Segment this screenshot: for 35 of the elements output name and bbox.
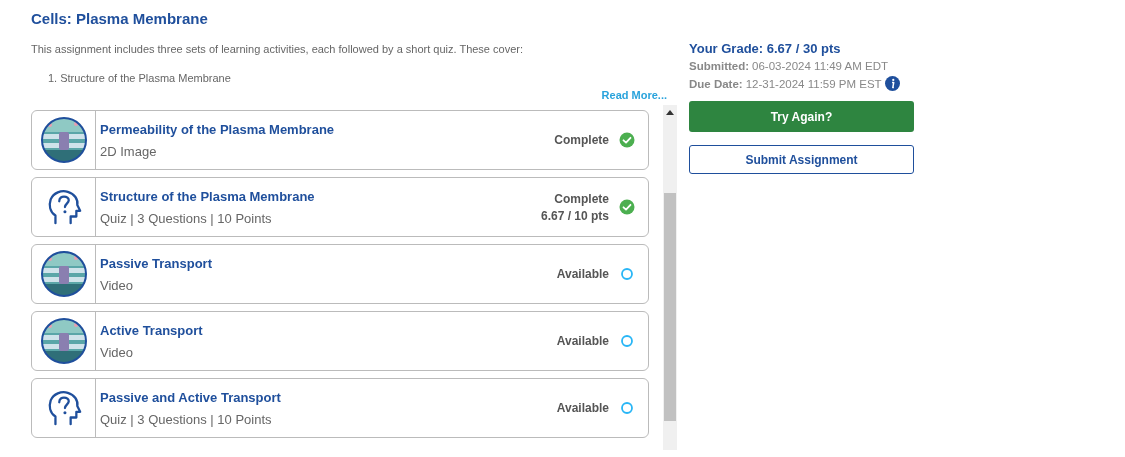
due-date-label: Due Date: xyxy=(689,77,743,90)
activity-title: Active Transport xyxy=(100,322,204,338)
scrollbar[interactable] xyxy=(663,105,677,450)
assignment-title: Cells: Plasma Membrane xyxy=(31,10,209,27)
topic-item: 1. Structure of the Plasma Membrane xyxy=(48,71,232,85)
status-label: Complete xyxy=(554,133,609,147)
activity-card[interactable]: Passive Transport Video Available xyxy=(31,244,649,304)
score-text: 6.67 / 10 pts xyxy=(540,208,609,223)
assignment-description: This assignment includes three sets of learning activities, each followed by a short quiz. These cover: xyxy=(31,43,524,55)
activity-title: Permeability of the Plasma Membrane xyxy=(100,121,336,137)
activity-title: Passive and Active Transport xyxy=(100,389,282,405)
status-label: Available xyxy=(556,334,609,348)
activity-card[interactable]: Permeability of the Plasma Membrane 2D Image Complete xyxy=(31,110,649,170)
scrollbar-thumb[interactable] xyxy=(664,193,676,421)
grade-heading: Your Grade: 6.67 / 30 pts xyxy=(689,41,842,56)
activity-details: Video xyxy=(100,277,134,293)
submitted-label: Submitted: xyxy=(689,60,750,72)
activity-details: Quiz | 3 Questions | 10 Points xyxy=(100,411,273,427)
activity-details: 2D Image xyxy=(100,143,158,159)
activity-details: Video xyxy=(100,344,134,360)
try-again-button[interactable]: Try Again? xyxy=(689,101,914,132)
info-icon[interactable] xyxy=(884,76,900,91)
status-label: Available xyxy=(556,267,609,281)
submit-button[interactable]: Submit Assignment xyxy=(689,145,914,174)
due-date-value: 12-31-2024 11:59 PM EST xyxy=(745,77,882,90)
activity-card[interactable]: Structure of the Plasma Membrane Quiz | 3 Questions | 10 Points Complete 6.67 / 10 pts xyxy=(31,177,649,237)
status-label: Complete xyxy=(554,191,609,206)
status-label: Available xyxy=(556,401,609,415)
scroll-up-icon[interactable] xyxy=(666,110,674,115)
activity-card[interactable]: Passive and Active Transport Quiz | 3 Questions | 10 Points Available xyxy=(31,378,649,438)
activity-title: Passive Transport xyxy=(100,255,213,271)
activity-title: Structure of the Plasma Membrane xyxy=(100,188,316,204)
activity-card[interactable]: Active Transport Video Available xyxy=(31,311,649,371)
activity-details: Quiz | 3 Questions | 10 Points xyxy=(100,210,273,226)
submitted-value: 06-03-2024 11:49 AM EDT xyxy=(752,60,888,72)
